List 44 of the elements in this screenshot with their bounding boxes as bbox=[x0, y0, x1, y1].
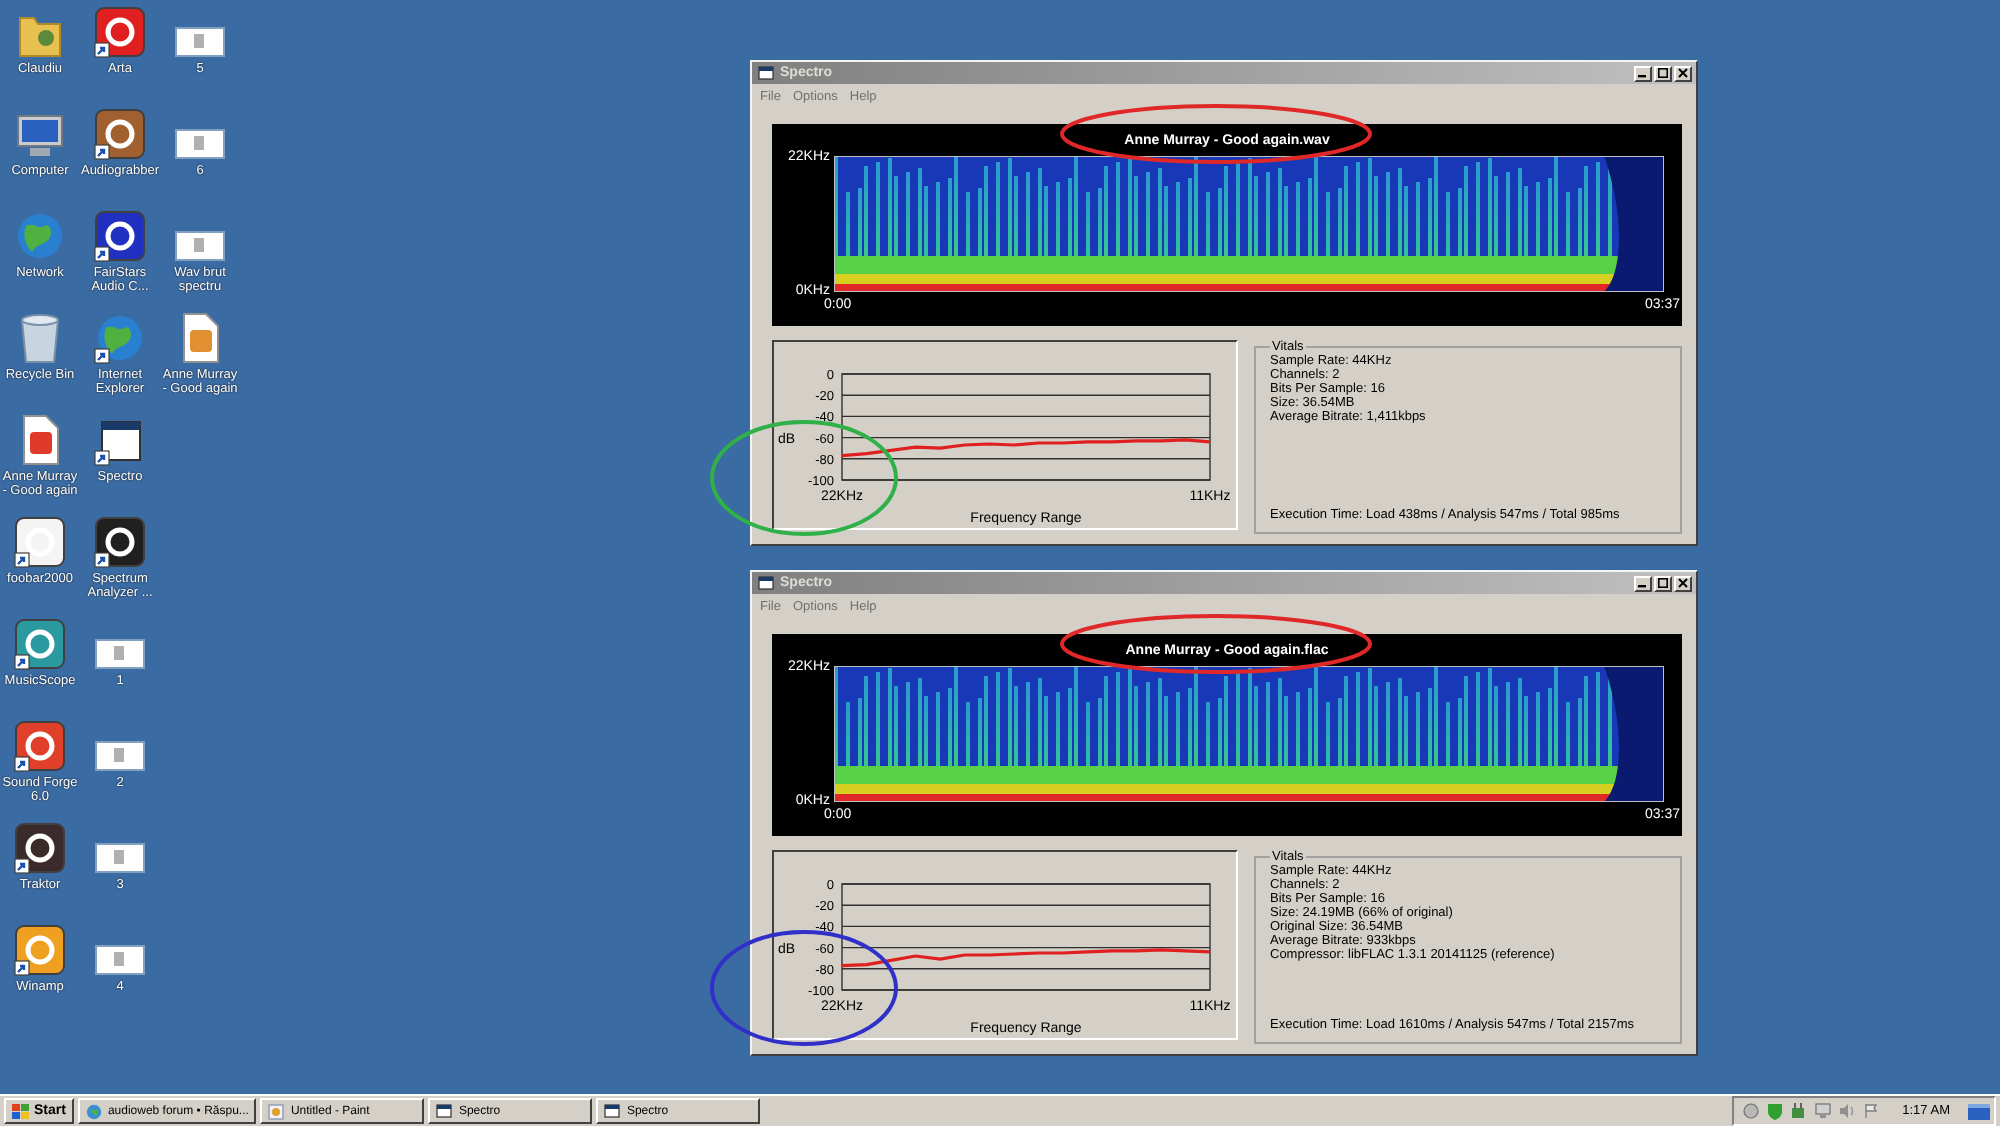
close-icon bbox=[1678, 578, 1688, 588]
flag-icon[interactable] bbox=[1862, 1102, 1881, 1120]
shortcut-arrow-icon bbox=[94, 552, 110, 568]
show-desktop-icon[interactable] bbox=[1968, 1103, 1990, 1119]
close-button[interactable] bbox=[1674, 575, 1692, 591]
shortcut-arrow-icon bbox=[94, 42, 110, 58]
window-thumbnail-icon bbox=[94, 740, 146, 772]
plug-icon[interactable] bbox=[1790, 1102, 1809, 1120]
window-icon bbox=[96, 418, 144, 466]
shortcut-arrow-icon bbox=[94, 348, 110, 364]
window-thumbnail-icon bbox=[94, 944, 146, 976]
window-thumbnail-icon bbox=[94, 638, 146, 670]
window-thumbnail-icon bbox=[94, 842, 146, 874]
globe-icon bbox=[85, 1103, 102, 1119]
shortcut-arrow-icon bbox=[14, 654, 30, 670]
shortcut-arrow-icon bbox=[94, 246, 110, 262]
maximize-button[interactable] bbox=[1654, 575, 1672, 591]
window-thumbnail-icon bbox=[174, 26, 226, 58]
window-thumbnail-icon bbox=[174, 128, 226, 160]
shortcut-arrow-icon bbox=[94, 450, 110, 466]
shield-icon[interactable] bbox=[1766, 1102, 1785, 1120]
globe-icon bbox=[94, 312, 146, 364]
minimize-button[interactable] bbox=[1634, 575, 1652, 591]
shortcut-arrow-icon bbox=[14, 960, 30, 976]
globe-icon bbox=[14, 210, 66, 262]
monitor-icon bbox=[14, 112, 66, 160]
shortcut-arrow-icon bbox=[94, 144, 110, 160]
window-icon bbox=[436, 1104, 453, 1118]
close-icon bbox=[1678, 68, 1688, 78]
shortcut-arrow-icon bbox=[14, 858, 30, 874]
minimize-button[interactable] bbox=[1634, 65, 1652, 81]
trash-icon bbox=[18, 312, 62, 364]
window-thumbnail-icon bbox=[174, 230, 226, 262]
maximize-icon bbox=[1658, 68, 1668, 78]
window-icon bbox=[758, 576, 774, 590]
window-icon bbox=[604, 1104, 621, 1118]
maximize-icon bbox=[1658, 578, 1668, 588]
paint-icon bbox=[268, 1103, 285, 1119]
shortcut-arrow-icon bbox=[14, 552, 30, 568]
shortcut-arrow-icon bbox=[14, 756, 30, 772]
flag-icon bbox=[12, 1103, 30, 1119]
close-button[interactable] bbox=[1674, 65, 1692, 81]
window-icon bbox=[758, 66, 774, 80]
maximize-button[interactable] bbox=[1654, 65, 1672, 81]
